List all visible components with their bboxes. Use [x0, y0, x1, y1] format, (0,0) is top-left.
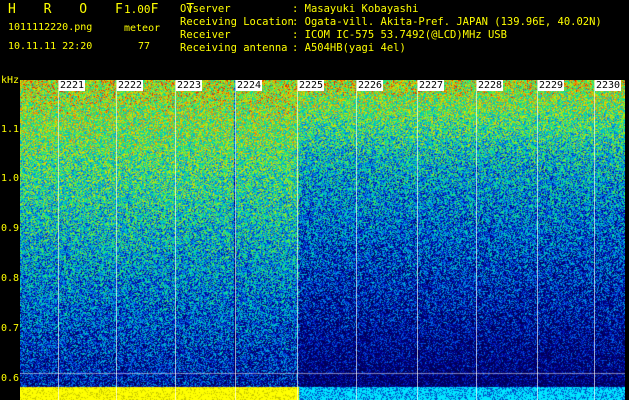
y-tick-label: 1.0 — [1, 173, 20, 184]
time-tick-label: 2221 — [59, 80, 86, 91]
time-tick-line — [476, 80, 477, 400]
station-info: Ovserver: Masayuki Kobayashi Receiving L… — [180, 3, 602, 55]
app-title: H R O F F T — [8, 2, 205, 17]
filename-label: 1011112220.png — [8, 22, 93, 33]
y-tick-label: 0.9 — [1, 223, 20, 234]
datetime-label: 10.11.11 22:20 — [8, 41, 93, 52]
time-tick-line — [297, 80, 298, 400]
spectrogram-canvas — [20, 80, 625, 400]
time-tick-line — [58, 80, 59, 400]
time-tick-label: 2222 — [117, 80, 144, 91]
time-tick-label: 2227 — [418, 80, 445, 91]
mode-label: meteor — [124, 23, 161, 34]
meteor-count: 77 — [138, 41, 151, 52]
y-tick-label: 0.6 — [1, 373, 20, 384]
y-tick-label: 0.8 — [1, 273, 20, 284]
time-tick-label: 2228 — [477, 80, 504, 91]
info-row-receiver: Receiver: ICOM IC-575 53.7492(@LCD)MHz U… — [180, 29, 507, 41]
time-tick-label: 2226 — [357, 80, 384, 91]
time-tick-line — [235, 80, 236, 400]
time-tick-label: 2225 — [298, 80, 325, 91]
time-tick-line — [116, 80, 117, 400]
time-tick-label: 2223 — [176, 80, 203, 91]
info-row-observer: Ovserver: Masayuki Kobayashi — [180, 3, 419, 15]
header-panel: H R O F F T 1.00 1011112220.png meteor 1… — [0, 0, 629, 78]
time-tick-line — [175, 80, 176, 400]
time-tick-line — [594, 80, 595, 400]
info-row-location: Receiving Location: Ogata-vill. Akita-Pr… — [180, 16, 602, 28]
y-tick-label: 1.1 — [1, 124, 20, 135]
y-axis-unit: kHz — [1, 75, 20, 86]
y-tick-label: 0.7 — [1, 323, 20, 334]
time-tick-label: 2230 — [595, 80, 622, 91]
time-tick-label: 2224 — [236, 80, 263, 91]
time-tick-line — [537, 80, 538, 400]
spectrogram-plot — [20, 80, 625, 400]
time-tick-label: 2229 — [538, 80, 565, 91]
time-tick-line — [356, 80, 357, 400]
time-tick-line — [417, 80, 418, 400]
info-row-antenna: Receiving antenna: A504HB(yagi 4el) — [180, 42, 406, 54]
version-label: 1.00 — [124, 3, 151, 16]
